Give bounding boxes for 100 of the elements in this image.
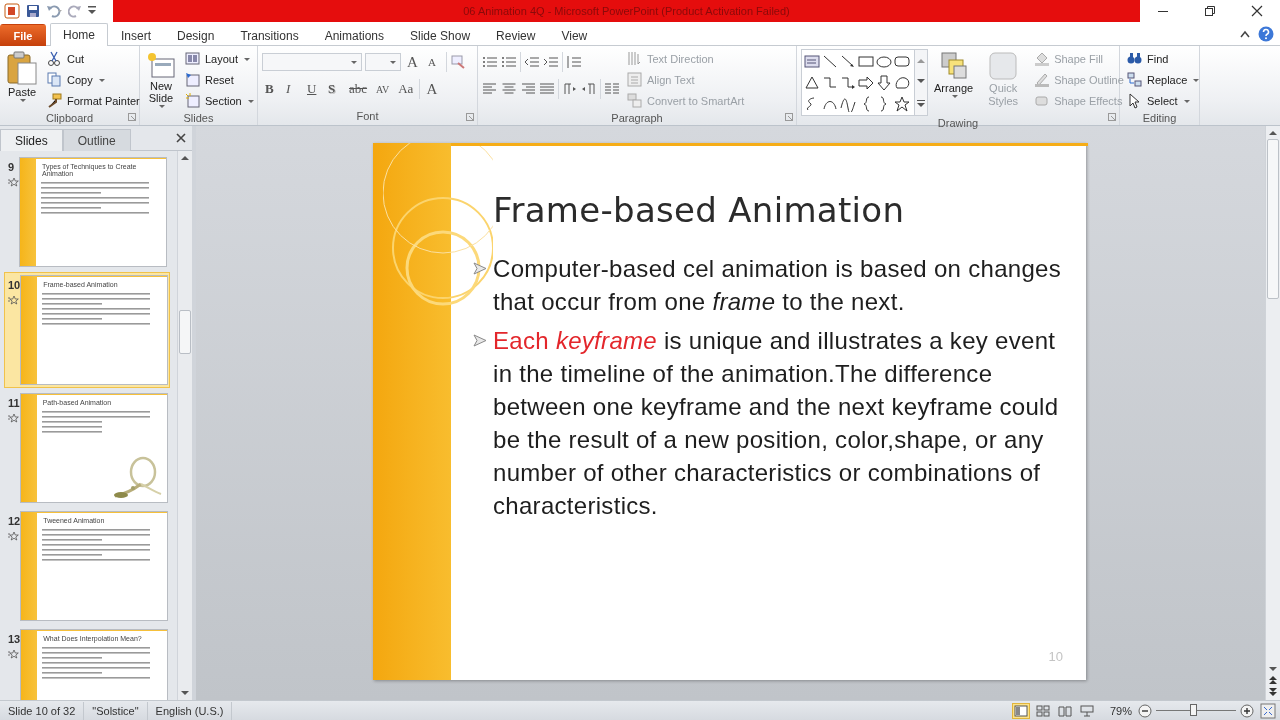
more-icon[interactable] [917, 100, 925, 107]
ribbon-tab[interactable]: Review [483, 24, 549, 46]
star-icon[interactable] [894, 95, 910, 112]
group-label: Font [355, 109, 380, 124]
shrink-font-button[interactable]: A [425, 52, 443, 72]
scroll-down-icon[interactable] [917, 79, 925, 84]
ribbon-tab[interactable]: View [548, 24, 601, 46]
zoom-out-icon[interactable] [1138, 703, 1152, 718]
format-button[interactable]: B [262, 79, 280, 99]
scroll-up-icon[interactable] [1269, 130, 1277, 135]
increase-indent-icon[interactable] [543, 55, 559, 69]
scrollbar-thumb[interactable] [1267, 139, 1279, 299]
animation-star-icon [8, 649, 19, 659]
fit-to-window-icon[interactable] [1260, 702, 1276, 719]
left-to-right-icon[interactable] [562, 82, 578, 96]
freeform-icon[interactable] [894, 74, 910, 91]
ribbon-button[interactable]: Select [1124, 91, 1203, 111]
bullets-icon[interactable] [482, 55, 498, 69]
down-arrow-icon[interactable] [876, 74, 892, 91]
app-logo-icon [4, 3, 20, 19]
decrease-indent-icon[interactable] [524, 55, 540, 69]
slide-indicator: Slide 10 of 32 [0, 701, 85, 720]
grow-font-button[interactable]: A [404, 52, 422, 72]
scroll-down-icon[interactable] [181, 691, 189, 696]
format-button[interactable]: I [283, 79, 301, 99]
next-slide-icon[interactable] [1269, 688, 1277, 696]
scroll-up-icon[interactable] [181, 155, 189, 160]
slide-number: 10 [8, 279, 21, 291]
slide-number: 12 [8, 515, 21, 527]
ribbon-button[interactable]: Layout [182, 49, 257, 69]
format-button[interactable]: abc [346, 79, 371, 99]
smartart-icon [627, 93, 643, 109]
slideshow-icon[interactable] [1077, 702, 1096, 719]
customize-icon[interactable] [88, 6, 96, 16]
restore-icon[interactable] [1204, 5, 1216, 17]
theme-name: "Solstice" [84, 701, 148, 720]
paste-button[interactable]: Paste [4, 49, 40, 104]
scroll-down-icon[interactable] [1269, 667, 1277, 672]
ribbon-button[interactable]: Find [1124, 49, 1203, 69]
format-button[interactable]: Aa [395, 79, 417, 99]
previous-slide-icon[interactable] [1269, 676, 1277, 684]
numbering-icon[interactable] [501, 55, 517, 69]
format-button[interactable]: U [304, 79, 322, 99]
font-name-field[interactable] [262, 53, 362, 71]
format-button[interactable]: A [423, 79, 442, 99]
oval-icon[interactable] [876, 53, 892, 70]
caret-icon [951, 95, 958, 98]
window-title: 06 Animation 4Q - Microsoft PowerPoint (Product Activation Failed) [463, 5, 790, 17]
bullet-icon [473, 262, 487, 275]
line-icon[interactable] [822, 53, 838, 70]
normal-view-icon[interactable] [1011, 702, 1030, 719]
ribbon-tab[interactable]: Animations [311, 24, 397, 46]
undo-icon[interactable] [46, 4, 62, 18]
pane-tab[interactable]: Slides [0, 129, 63, 151]
ribbon-button[interactable]: Replace [1124, 70, 1203, 90]
cut-icon [47, 51, 63, 67]
help-icon[interactable] [1258, 26, 1274, 42]
fill-icon [1034, 51, 1051, 67]
quick-styles-icon [988, 51, 1019, 81]
save-icon[interactable] [26, 4, 40, 18]
ribbon-button[interactable]: Reset [182, 70, 257, 90]
arrow-icon[interactable] [840, 53, 856, 70]
format-button[interactable]: S [325, 79, 343, 99]
elbow-arrow-icon[interactable] [840, 74, 856, 91]
animation-star-icon [8, 177, 19, 187]
ribbon-tab[interactable]: Slide Show [397, 24, 484, 46]
bullet-icon [473, 334, 487, 347]
triangle-icon[interactable] [804, 74, 820, 91]
file-tab[interactable]: File [0, 24, 46, 46]
right-to-left-icon[interactable] [581, 82, 597, 96]
bullet-text: Computer-based cel animation is based on changes that occur from one frame to the next. [493, 254, 1063, 317]
rounded-rectangle-icon[interactable] [894, 53, 910, 70]
close-icon[interactable] [176, 133, 186, 143]
ribbon-tab[interactable]: Design [164, 24, 228, 46]
ribbon-button[interactable]: Section [182, 91, 257, 111]
direction-icon [627, 51, 643, 67]
scrollbar-thumb[interactable] [179, 310, 191, 354]
format-button[interactable]: AV [373, 79, 393, 99]
font-size-field[interactable] [365, 53, 401, 71]
caret-icon [390, 60, 396, 64]
ribbon-button[interactable]: Format Painter [44, 91, 143, 111]
close-icon[interactable] [1250, 5, 1263, 17]
ribbon-tab[interactable]: Transitions [227, 24, 312, 46]
ribbon-tab[interactable]: Insert [108, 24, 165, 46]
collapse-ribbon-icon[interactable] [1240, 30, 1250, 38]
ribbon-tab[interactable]: Home [50, 23, 108, 46]
new-slide-button[interactable]: New Slide [144, 49, 178, 110]
group-label: Clipboard [44, 111, 95, 125]
slide-sorter-icon[interactable] [1033, 702, 1052, 719]
ribbon-button[interactable]: Cut [44, 49, 143, 69]
arrange-button[interactable]: Arrange [932, 49, 976, 100]
replace-icon [1127, 72, 1143, 88]
ribbon-button[interactable]: Copy [44, 70, 143, 90]
animation-star-icon [8, 413, 19, 423]
right-arrow-icon[interactable] [858, 74, 874, 91]
group-label: Drawing [936, 116, 980, 130]
zoom-slider-thumb[interactable] [1189, 704, 1197, 716]
zoom-in-icon[interactable] [1240, 703, 1254, 718]
pane-tab[interactable]: Outline [62, 129, 131, 151]
clear-formatting-icon[interactable] [450, 54, 466, 70]
